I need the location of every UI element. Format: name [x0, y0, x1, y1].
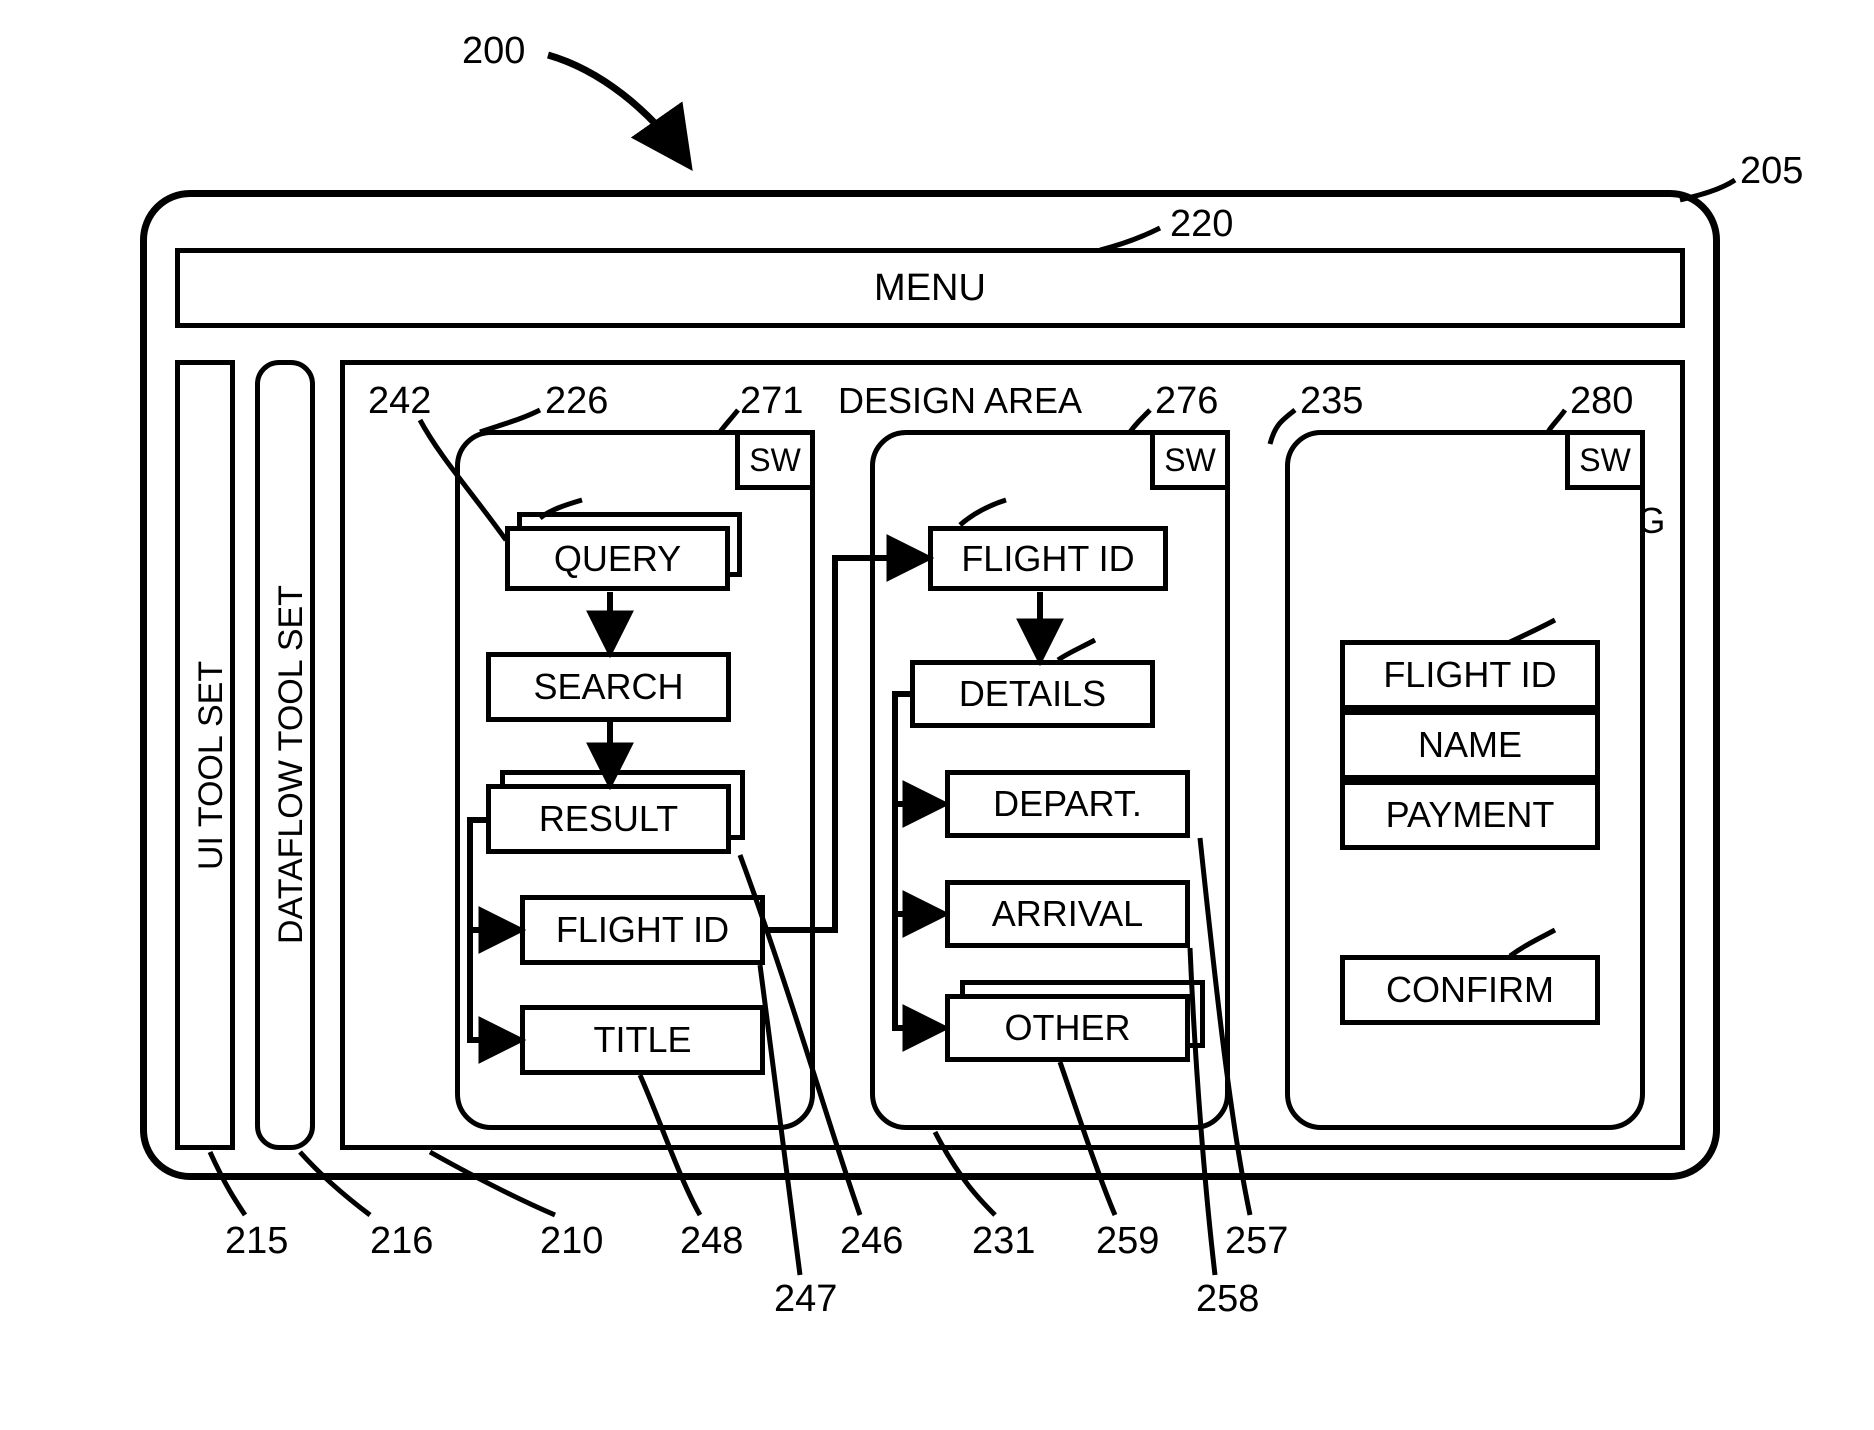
sw-button-left[interactable]: SW [735, 430, 815, 490]
ref-247: 247 [774, 1278, 837, 1321]
node-confirm-label: CONFIRM [1386, 969, 1554, 1011]
menu-label: MENU [874, 267, 986, 310]
ref-235: 235 [1300, 380, 1363, 423]
ref-216: 216 [370, 1220, 433, 1263]
sw-right-label: SW [1579, 442, 1631, 479]
node-query-label: QUERY [554, 538, 681, 580]
ref-280: 280 [1570, 380, 1633, 423]
ref-258: 258 [1196, 1278, 1259, 1321]
node-payment[interactable]: PAYMENT [1340, 780, 1600, 850]
node-result[interactable]: RESULT [486, 784, 731, 854]
sidebar-ui-label: UI TOOL SET [192, 625, 231, 905]
node-other-label: OTHER [1005, 1007, 1131, 1049]
menu-bar[interactable]: MENU [175, 248, 1685, 328]
node-search-label: SEARCH [533, 666, 683, 708]
node-query[interactable]: QUERY [505, 526, 730, 591]
node-mid-flightid-label: FLIGHT ID [961, 538, 1134, 580]
sidebar-dataflow-label: DATAFLOW TOOL SET [272, 535, 311, 995]
node-mid-flightid[interactable]: FLIGHT ID [928, 526, 1168, 591]
ref-figure: 200 [462, 30, 525, 73]
node-title[interactable]: TITLE [520, 1005, 765, 1075]
ref-menu: 220 [1170, 203, 1233, 246]
node-depart[interactable]: DEPART. [945, 770, 1190, 838]
ref-248: 248 [680, 1220, 743, 1263]
node-arrival-label: ARRIVAL [992, 893, 1143, 935]
sw-button-right[interactable]: SW [1565, 430, 1645, 490]
node-name-label: NAME [1418, 724, 1522, 766]
ref-226: 226 [545, 380, 608, 423]
node-details-label: DETAILS [959, 673, 1106, 715]
node-left-flightid-label: FLIGHT ID [556, 909, 729, 951]
sidebar-ui-toolset[interactable]: UI TOOL SET [175, 360, 235, 1150]
node-confirm[interactable]: CONFIRM [1340, 955, 1600, 1025]
node-right-flightid-label: FLIGHT ID [1383, 654, 1556, 696]
ref-window: 205 [1740, 150, 1803, 193]
sw-middle-label: SW [1164, 442, 1216, 479]
node-right-flightid[interactable]: FLIGHT ID [1340, 640, 1600, 710]
node-depart-label: DEPART. [993, 783, 1142, 825]
ref-246: 246 [840, 1220, 903, 1263]
ref-257: 257 [1225, 1220, 1288, 1263]
node-title-label: TITLE [593, 1019, 691, 1061]
ref-231: 231 [972, 1220, 1035, 1263]
node-other[interactable]: OTHER [945, 994, 1190, 1062]
node-details[interactable]: DETAILS [910, 660, 1155, 728]
node-payment-label: PAYMENT [1386, 794, 1555, 836]
ref-259: 259 [1096, 1220, 1159, 1263]
node-result-label: RESULT [539, 798, 678, 840]
ref-210: 210 [540, 1220, 603, 1263]
ref-276: 276 [1155, 380, 1218, 423]
ref-242: 242 [368, 380, 431, 423]
sw-button-middle[interactable]: SW [1150, 430, 1230, 490]
sidebar-dataflow-toolset[interactable]: DATAFLOW TOOL SET [255, 360, 315, 1150]
ref-271: 271 [740, 380, 803, 423]
design-area-label: DESIGN AREA [838, 380, 1082, 422]
node-search[interactable]: SEARCH [486, 652, 731, 722]
node-left-flightid[interactable]: FLIGHT ID [520, 895, 765, 965]
node-name[interactable]: NAME [1340, 710, 1600, 780]
sw-left-label: SW [749, 442, 801, 479]
node-arrival[interactable]: ARRIVAL [945, 880, 1190, 948]
ref-215: 215 [225, 1220, 288, 1263]
